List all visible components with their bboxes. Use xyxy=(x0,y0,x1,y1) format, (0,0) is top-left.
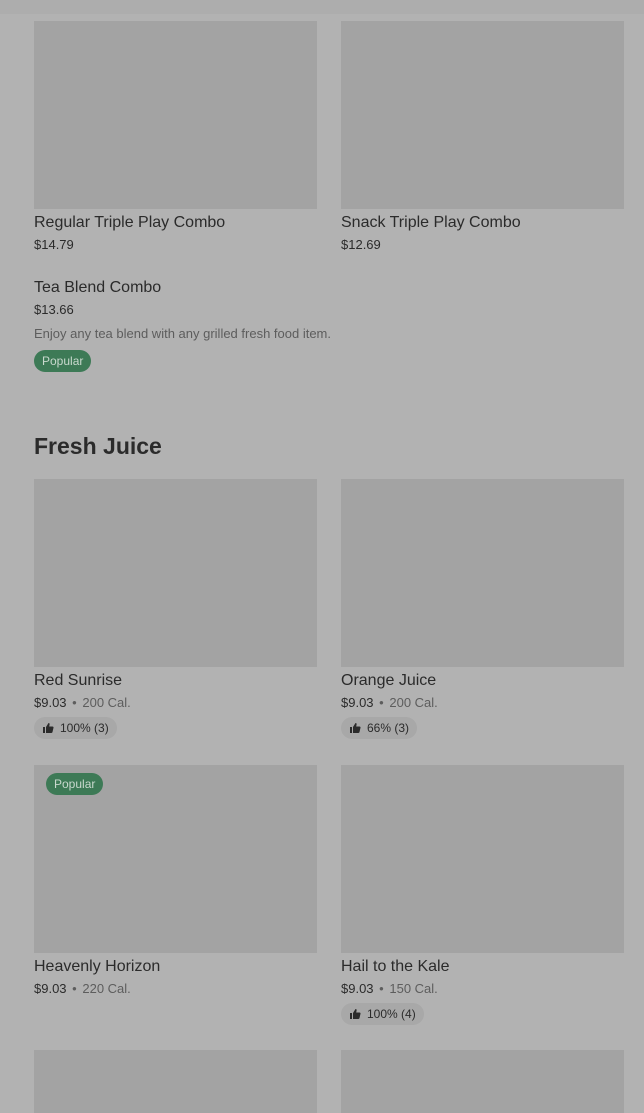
menu-item-row[interactable]: Tea Blend Combo $13.66 Enjoy any tea ble… xyxy=(34,278,624,372)
rating-pill: 66% (3) xyxy=(341,717,418,739)
calories-text: 150 Cal. xyxy=(389,981,438,996)
item-name: Hail to the Kale xyxy=(341,958,450,975)
item-image xyxy=(34,21,317,209)
price-text: $9.03 xyxy=(34,695,67,710)
price-text: $12.69 xyxy=(341,237,381,252)
separator: • xyxy=(72,695,77,710)
item-meta: $9.03 • 150 Cal. xyxy=(341,981,624,997)
item-image xyxy=(341,21,624,209)
calories-text: 220 Cal. xyxy=(82,981,131,996)
item-meta: $9.03 • 200 Cal. xyxy=(341,695,624,711)
item-price: $14.79 xyxy=(34,237,317,253)
item-image xyxy=(341,1050,624,1113)
menu-item-card[interactable]: Regular Triple Play Combo $14.79 xyxy=(34,21,317,253)
separator: • xyxy=(379,695,384,710)
thumbs-up-icon xyxy=(350,1009,361,1019)
item-price: $13.66 xyxy=(34,302,74,317)
item-image: Popular xyxy=(34,765,317,953)
menu-item-card[interactable]: Hail to the Kale $9.03 • 150 Cal. 100% (… xyxy=(341,765,624,1025)
item-name: Snack Triple Play Combo xyxy=(341,214,521,231)
item-image xyxy=(34,1050,317,1113)
popular-badge: Popular xyxy=(46,773,104,795)
menu-page: Regular Triple Play Combo $14.79 Snack T… xyxy=(0,0,644,1113)
price-text: $9.03 xyxy=(34,981,67,996)
separator: • xyxy=(72,981,77,996)
item-meta: $9.03 • 200 Cal. xyxy=(34,695,317,711)
item-name: Red Sunrise xyxy=(34,672,123,689)
price-text: $14.79 xyxy=(34,237,74,252)
calories-text: 200 Cal. xyxy=(82,695,131,710)
item-image xyxy=(341,479,624,667)
thumbs-up-icon xyxy=(43,723,54,733)
item-description: Enjoy any tea blend with any grilled fre… xyxy=(34,326,332,341)
rating-text: 100% (3) xyxy=(60,721,109,735)
item-image xyxy=(341,765,624,953)
rating-pill: 100% (4) xyxy=(341,1003,424,1025)
separator: • xyxy=(379,981,384,996)
menu-item-card[interactable]: Orange Juice $9.03 • 200 Cal. 66% (3) xyxy=(341,479,624,739)
item-name: Heavenly Horizon xyxy=(34,958,161,975)
menu-item-card[interactable]: Snack Triple Play Combo $12.69 xyxy=(341,21,624,253)
rating-pill: 100% (3) xyxy=(34,717,117,739)
menu-item-card[interactable] xyxy=(34,1050,317,1113)
rating-text: 100% (4) xyxy=(367,1007,416,1021)
menu-item-card[interactable]: Popular Heavenly Horizon $9.03 • 220 Cal… xyxy=(34,765,317,997)
item-name: Orange Juice xyxy=(341,672,437,689)
price-text: $9.03 xyxy=(341,981,374,996)
item-image xyxy=(34,479,317,667)
header-strip xyxy=(0,0,644,14)
rating-text: 66% (3) xyxy=(367,721,410,735)
item-name: Regular Triple Play Combo xyxy=(34,214,226,231)
calories-text: 200 Cal. xyxy=(389,695,438,710)
price-text: $9.03 xyxy=(341,695,374,710)
popular-badge: Popular xyxy=(34,350,92,372)
item-price: $12.69 xyxy=(341,237,624,253)
thumbs-up-icon xyxy=(350,723,361,733)
section-title: Fresh Juice xyxy=(34,433,162,459)
item-name: Tea Blend Combo xyxy=(34,279,162,296)
menu-item-card[interactable] xyxy=(341,1050,624,1113)
menu-item-card[interactable]: Red Sunrise $9.03 • 200 Cal. 100% (3) xyxy=(34,479,317,739)
item-meta: $9.03 • 220 Cal. xyxy=(34,981,317,997)
